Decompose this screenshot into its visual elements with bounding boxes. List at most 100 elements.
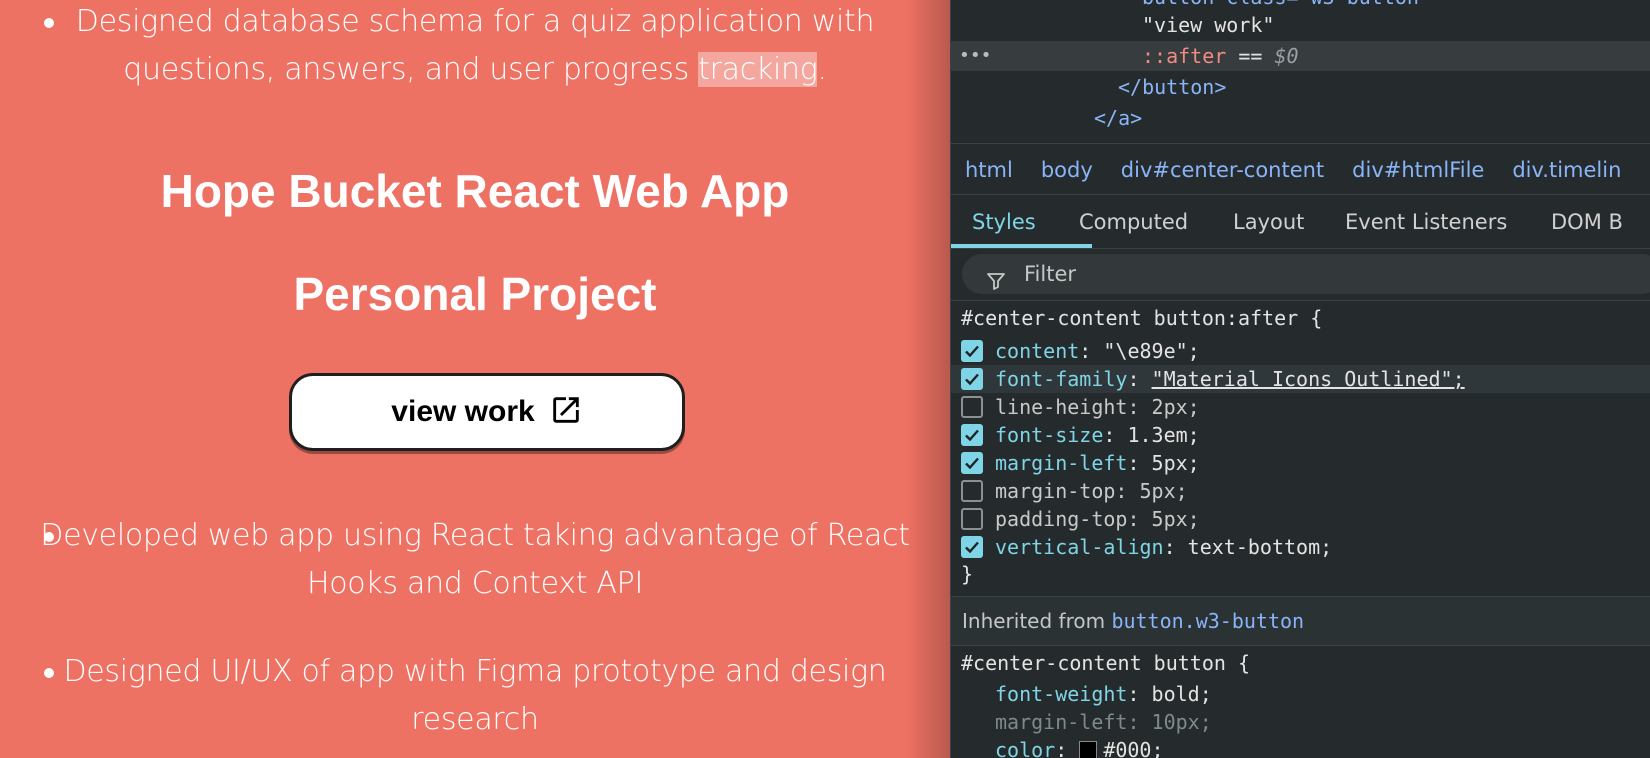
breadcrumb-body[interactable]: body <box>1041 158 1093 182</box>
project-title: Hope Bucket React Web App <box>160 165 790 217</box>
css-value: text-bottom; <box>1187 535 1333 559</box>
css-prop: font-weight <box>995 682 1128 706</box>
declaration-checkbox[interactable] <box>961 508 983 530</box>
tab-layout[interactable]: Layout <box>1233 196 1304 248</box>
declaration-checkbox[interactable] <box>961 424 983 446</box>
filter-placeholder: Filter <box>1024 262 1077 286</box>
divider <box>951 248 1650 249</box>
css-selector-text: #center-content button:after { <box>961 306 1323 330</box>
tab-styles[interactable]: Styles <box>972 196 1036 248</box>
declaration-checkbox[interactable] <box>961 480 983 502</box>
dom-close-button[interactable]: </button> <box>951 72 1650 102</box>
devtools-tabs: Styles Computed Layout Event Listeners D… <box>951 196 1650 248</box>
dom-close-tag: </a> <box>1094 106 1143 130</box>
css-rule-close: } <box>951 560 1650 588</box>
breadcrumb-center-content[interactable]: div#center-content <box>1121 158 1324 182</box>
open-in-new-icon <box>549 393 583 431</box>
more-options-icon[interactable]: ••• <box>959 41 992 71</box>
declaration-checkbox[interactable] <box>961 452 983 474</box>
css-prop: margin-left <box>995 451 1128 475</box>
css-selector[interactable]: #center-content button:after { <box>951 304 1650 332</box>
bullet-text: questions, answers, and user progress <box>123 52 699 87</box>
css-value: 2px; <box>1151 395 1200 419</box>
inherited-label: Inherited from <box>962 609 1112 633</box>
css-prop: padding-top <box>995 507 1128 531</box>
bullet-item-react: Developed web app using React taking adv… <box>0 512 950 608</box>
bullet-item-figma: Designed UI/UX of app with Figma prototy… <box>0 648 950 744</box>
dom-text-node[interactable]: "view work" <box>951 10 1650 40</box>
css-value-link[interactable]: "Material Icons Outlined"; <box>1152 367 1465 391</box>
tab-event-listeners[interactable]: Event Listeners <box>1345 196 1507 248</box>
view-work-label: view work <box>391 395 535 428</box>
css-selector[interactable]: #center-content button { <box>951 649 1650 677</box>
css-brace: } <box>961 562 974 586</box>
declaration-checkbox[interactable] <box>961 368 983 390</box>
css-prop: vertical-align <box>995 535 1164 559</box>
css-value: "\e89e"; <box>1103 339 1200 363</box>
css-value: bold; <box>1151 682 1212 706</box>
inherited-section-header: Inherited from button.w3-button <box>951 597 1650 645</box>
dom-eq: == <box>1226 44 1275 68</box>
css-declaration-disabled[interactable]: padding-top: 5px; <box>951 505 1650 533</box>
bullet-line: Designed database schema for a quiz appl… <box>75 4 875 39</box>
view-work-button[interactable]: view work <box>289 373 685 451</box>
bullet-line: research <box>411 702 539 737</box>
color-swatch[interactable] <box>1079 741 1098 758</box>
project-subtitle: Personal Project <box>293 268 657 320</box>
css-prop: line-height <box>995 395 1128 419</box>
portfolio-page: Designed database schema for a quiz appl… <box>0 0 950 758</box>
css-declaration[interactable]: color: #000; <box>951 736 1650 758</box>
declaration-checkbox[interactable] <box>961 396 983 418</box>
css-value: #000; <box>1103 738 1164 758</box>
css-declaration[interactable]: font-weight: bold; <box>951 680 1650 708</box>
inherited-element-link[interactable]: button.w3-button <box>1111 609 1304 633</box>
css-prop: margin-left <box>995 710 1128 734</box>
divider <box>951 143 1650 144</box>
declaration-checkbox[interactable] <box>961 340 983 362</box>
css-value: 1.3em; <box>1127 423 1200 447</box>
dom-ref: $0 <box>1274 44 1299 68</box>
breadcrumb-timeline[interactable]: div.timelin <box>1512 158 1621 182</box>
css-value: 5px; <box>1151 507 1200 531</box>
divider <box>951 194 1650 195</box>
bullet-line: Designed UI/UX of app with Figma prototy… <box>63 654 887 689</box>
css-declaration[interactable]: font-size: 1.3em; <box>951 421 1650 449</box>
breadcrumb-htmlfile[interactable]: div#htmlFile <box>1352 158 1484 182</box>
css-declaration-disabled[interactable]: margin-top: 5px; <box>951 477 1650 505</box>
bullet-text: . <box>817 52 827 87</box>
bullet-line: Developed web app using React taking adv… <box>40 518 910 553</box>
css-declaration[interactable]: margin-left: 5px; <box>951 449 1650 477</box>
dom-text-value: "view work" <box>1142 13 1275 37</box>
breadcrumb: html body div#center-content div#htmlFile di… <box>951 146 1650 196</box>
dom-pseudo-element-selected[interactable]: ••• ::after == $0 <box>951 41 1650 71</box>
panel-shadow <box>905 0 950 758</box>
tab-computed[interactable]: Computed <box>1079 196 1188 248</box>
dom-close-tag: </button> <box>1118 75 1227 99</box>
filter-icon <box>986 264 1006 304</box>
css-declaration-disabled[interactable]: line-height: 2px; <box>951 393 1650 421</box>
filter-input[interactable]: Filter <box>962 254 1650 294</box>
text-selection-highlight: tracking <box>698 52 818 87</box>
devtools-panel: button class="w3-button "view work" ••• … <box>950 0 1650 758</box>
dom-pseudo: ::after <box>1142 44 1227 68</box>
css-selector-text: #center-content button { <box>961 651 1250 675</box>
css-value: 5px; <box>1151 451 1200 475</box>
css-declaration-inactive[interactable]: margin-left: 10px; <box>951 708 1650 736</box>
divider <box>951 645 1650 646</box>
css-declaration[interactable]: font-family: "Material Icons Outlined"; <box>951 365 1650 393</box>
declaration-checkbox[interactable] <box>961 536 983 558</box>
dom-close-a[interactable]: </a> <box>951 103 1650 133</box>
bullet-item-schema: Designed database schema for a quiz appl… <box>0 0 950 94</box>
css-value: 10px; <box>1151 710 1212 734</box>
css-prop: content <box>995 339 1080 363</box>
css-declaration[interactable]: content: "\e89e"; <box>951 337 1650 365</box>
bullet-line: Hooks and Context API <box>306 566 643 601</box>
css-prop: color <box>995 738 1056 758</box>
css-value: 5px; <box>1139 479 1188 503</box>
css-prop: margin-top <box>995 479 1116 503</box>
bullet-line: questions, answers, and user progress tr… <box>0 46 950 94</box>
css-declaration[interactable]: vertical-align: text-bottom; <box>951 533 1650 561</box>
breadcrumb-html[interactable]: html <box>965 158 1013 182</box>
tab-dom-breakpoints[interactable]: DOM B <box>1551 196 1623 248</box>
css-prop: font-family <box>995 367 1128 391</box>
